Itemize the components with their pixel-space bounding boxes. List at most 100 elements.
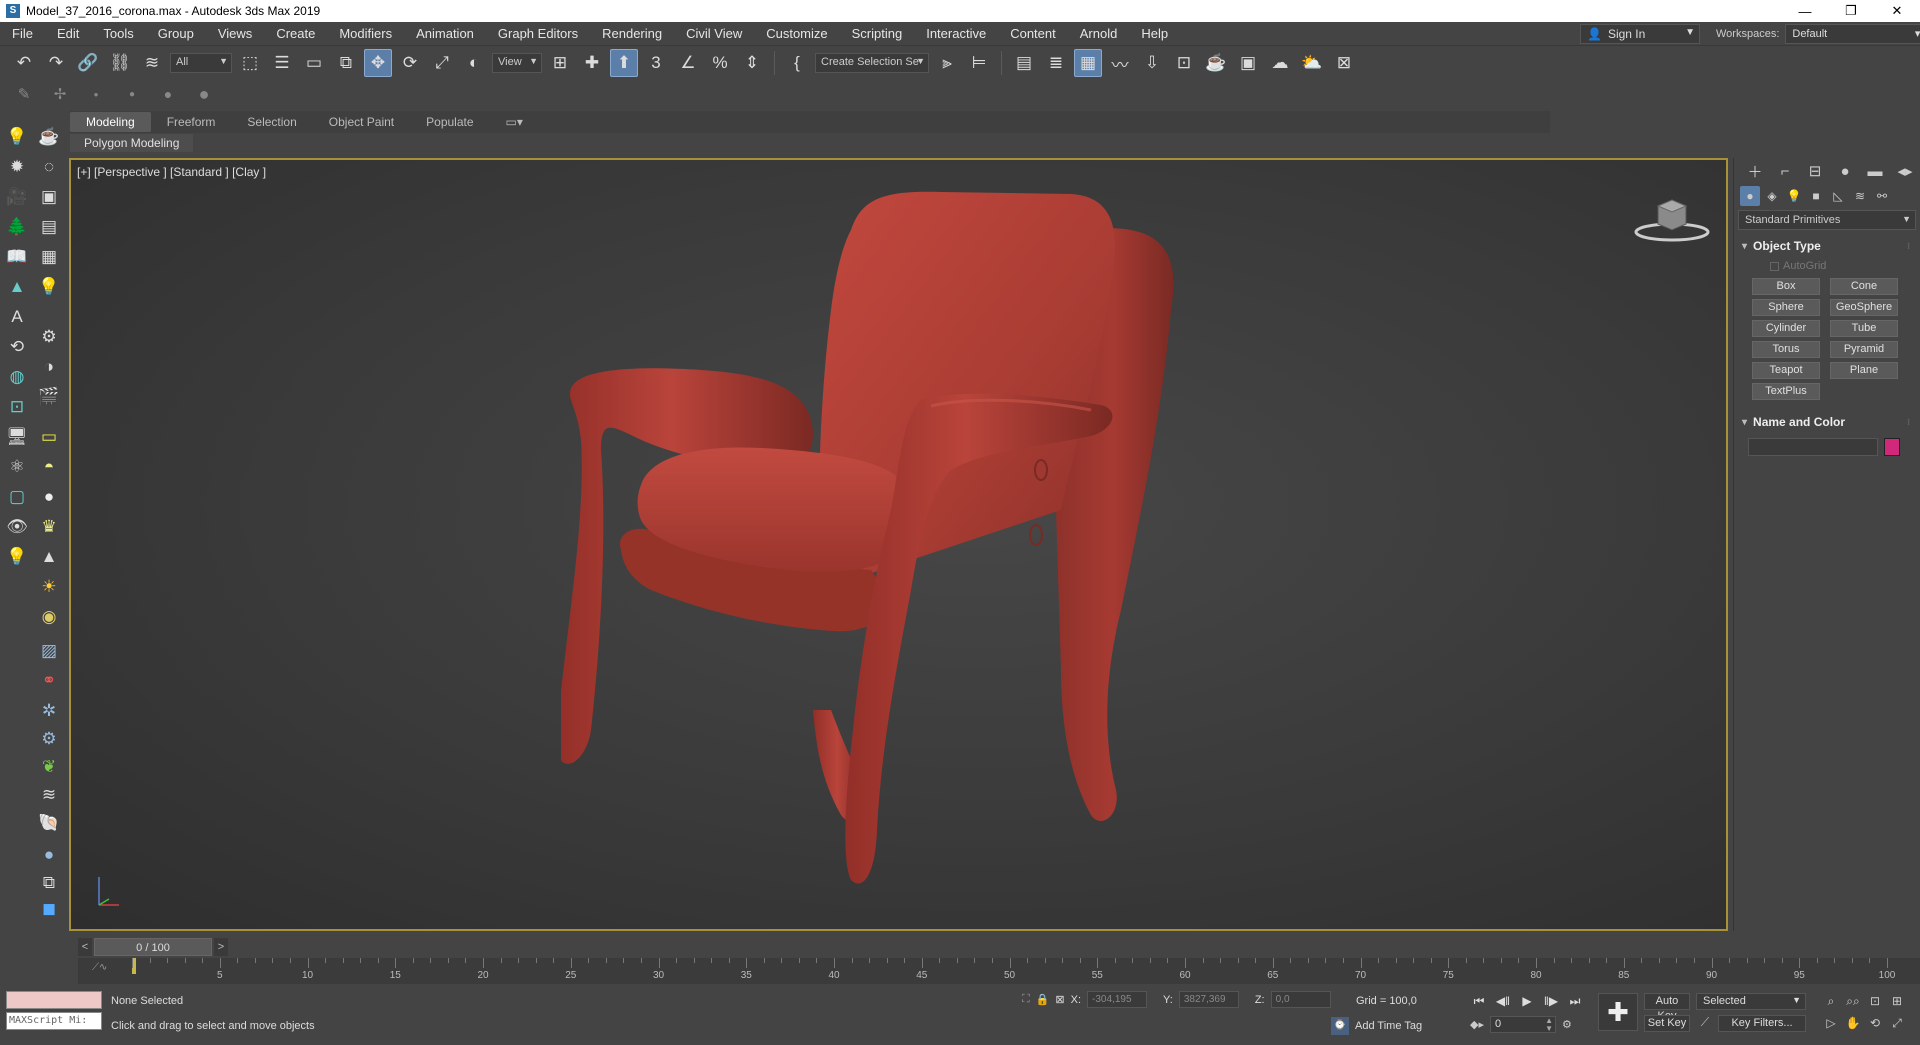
spinner-icon[interactable]: ▲ ▼: [1545, 1017, 1553, 1033]
bind-space-warp-icon[interactable]: ≋: [138, 49, 166, 77]
key-selection-set-dropdown[interactable]: Selected ▼: [1696, 993, 1806, 1010]
menu-modifiers[interactable]: Modifiers: [327, 26, 404, 41]
sign-in-dropdown[interactable]: 👤 Sign In ▼: [1580, 24, 1700, 44]
dial-icon[interactable]: ◑: [36, 354, 62, 380]
sphere-light-icon[interactable]: ●: [36, 484, 62, 510]
time-slider-prev-button[interactable]: <: [78, 938, 92, 956]
eye-icon[interactable]: 👁: [4, 514, 30, 540]
minimize-button[interactable]: —: [1782, 0, 1828, 22]
time-configuration-icon[interactable]: ⚙: [1562, 1018, 1572, 1031]
bulb-icon[interactable]: 💡: [36, 274, 62, 300]
reference-coordinate-dropdown[interactable]: View ▼: [492, 53, 542, 73]
text-a-icon[interactable]: A: [4, 304, 30, 330]
shell-icon[interactable]: 🐚: [36, 810, 62, 836]
percent-snap-icon[interactable]: %: [706, 49, 734, 77]
tab-freeform[interactable]: Freeform: [151, 112, 232, 132]
helpers-icon[interactable]: ◺: [1828, 186, 1848, 206]
object-color-swatch[interactable]: [1884, 438, 1900, 456]
maxscript-mini-listener[interactable]: MAXScript Mi:: [6, 1012, 102, 1030]
y-coordinate-field[interactable]: 3827,369: [1178, 991, 1239, 1008]
maxscript-listener-output[interactable]: [6, 991, 102, 1009]
menu-arnold[interactable]: Arnold: [1068, 26, 1130, 41]
tab-modeling[interactable]: Modeling: [70, 112, 151, 132]
object-type-rollout[interactable]: ▾ Object Type ⁝: [1738, 236, 1916, 256]
viewport-label[interactable]: [+] [Perspective ] [Standard ] [Clay ]: [77, 165, 266, 179]
pyramid-button[interactable]: Pyramid: [1830, 341, 1898, 358]
menu-civil-view[interactable]: Civil View: [674, 26, 754, 41]
menu-content[interactable]: Content: [998, 26, 1068, 41]
lights-icon[interactable]: 💡: [1784, 186, 1804, 206]
plant-icon[interactable]: ❦: [36, 754, 62, 780]
cameras-icon[interactable]: ■: [1806, 186, 1826, 206]
select-and-scale-icon[interactable]: ⤢: [428, 49, 456, 77]
note-icon[interactable]: ▭: [36, 424, 62, 450]
space-warps-icon[interactable]: ≋: [1850, 186, 1870, 206]
hatch-icon[interactable]: ▨: [36, 638, 62, 664]
pivot-point-center-icon[interactable]: ⊞: [546, 49, 574, 77]
menu-group[interactable]: Group: [146, 26, 206, 41]
brush-icon[interactable]: ✎: [10, 80, 38, 108]
dot-xlarge-icon[interactable]: ●: [190, 80, 218, 108]
a360-gallery-icon[interactable]: ⊠: [1330, 49, 1358, 77]
named-selection-set-dropdown[interactable]: Create Selection Se ▼: [815, 53, 929, 73]
globe-icon[interactable]: ◍: [4, 364, 30, 390]
menu-views[interactable]: Views: [206, 26, 264, 41]
menu-tools[interactable]: Tools: [91, 26, 145, 41]
list-panel-icon[interactable]: ▤: [36, 214, 62, 240]
hierarchy-tab-icon[interactable]: ⊟: [1802, 160, 1828, 182]
molecule-icon[interactable]: ⚭: [36, 668, 62, 694]
motion-tab-icon[interactable]: ●: [1832, 160, 1858, 182]
edit-named-selection-icon[interactable]: {: [783, 49, 811, 77]
menu-animation[interactable]: Animation: [404, 26, 486, 41]
layers-icon[interactable]: ⧉: [36, 870, 62, 896]
select-object-icon[interactable]: ⬚: [236, 49, 264, 77]
cylinder-button[interactable]: Cylinder: [1752, 320, 1820, 337]
display-icon[interactable]: ◼: [36, 896, 62, 922]
zoom-extents-icon[interactable]: ⊡: [1864, 992, 1886, 1010]
camera-icon[interactable]: 🎥: [4, 184, 30, 210]
viewport-icon[interactable]: ▢: [4, 484, 30, 510]
next-frame-icon[interactable]: ‖▶: [1542, 992, 1560, 1010]
camera-red-icon[interactable]: 🎬: [36, 384, 62, 410]
render-setup-icon[interactable]: ☕: [1202, 49, 1230, 77]
group-icon[interactable]: ⚛: [4, 454, 30, 480]
x-coordinate-field[interactable]: -304,195: [1087, 991, 1148, 1008]
toggle-ribbon-icon[interactable]: ▦: [1074, 49, 1102, 77]
dot-small-icon[interactable]: ●: [82, 80, 110, 108]
tab-populate[interactable]: Populate: [410, 112, 489, 132]
dot-medium-icon[interactable]: ●: [118, 80, 146, 108]
maximize-button[interactable]: ❐: [1828, 0, 1874, 22]
rotate-view-icon[interactable]: ⟲: [4, 334, 30, 360]
menu-scripting[interactable]: Scripting: [840, 26, 915, 41]
key-mode-toggle-icon[interactable]: ◆▸: [1470, 1018, 1484, 1031]
selection-filter-dropdown[interactable]: All ▼: [170, 53, 232, 73]
create-tab-icon[interactable]: ＋: [1742, 160, 1768, 182]
book-icon[interactable]: 📖: [4, 244, 30, 270]
play-icon[interactable]: ▶: [1518, 992, 1536, 1010]
teapot-button[interactable]: Teapot: [1752, 362, 1820, 379]
cone-helper-icon[interactable]: ▲: [4, 274, 30, 300]
time-slider-next-button[interactable]: >: [214, 938, 228, 956]
box-button[interactable]: Box: [1752, 278, 1820, 295]
default-in-out-tangents-icon[interactable]: ⟋: [1696, 1015, 1714, 1032]
auto-key-button[interactable]: Auto Key: [1644, 993, 1690, 1022]
z-coordinate-field[interactable]: 0,0: [1270, 991, 1331, 1008]
sun-icon[interactable]: ☀: [36, 574, 62, 600]
tube-button[interactable]: Tube: [1830, 320, 1898, 337]
scene-explorer-icon[interactable]: ▤: [1010, 49, 1038, 77]
cone-button[interactable]: Cone: [1830, 278, 1898, 295]
systems-icon[interactable]: ⚯: [1872, 186, 1892, 206]
viewcube-icon[interactable]: [1632, 192, 1712, 242]
name-and-color-rollout[interactable]: ▾ Name and Color ⁝: [1738, 412, 1916, 432]
foliage-icon[interactable]: 🌲: [4, 214, 30, 240]
link-icon[interactable]: 🔗: [74, 49, 102, 77]
close-button[interactable]: ✕: [1874, 0, 1920, 22]
sphere-button[interactable]: Sphere: [1752, 299, 1820, 316]
zoom-all-icon[interactable]: ⌕⌕: [1842, 992, 1864, 1010]
unlink-icon[interactable]: ⛓: [106, 49, 134, 77]
go-to-end-icon[interactable]: ⏭: [1566, 992, 1584, 1010]
dot-large-icon[interactable]: ●: [154, 80, 182, 108]
perspective-viewport[interactable]: [+] [Perspective ] [Standard ] [Clay ]: [69, 158, 1728, 931]
menu-file[interactable]: File: [0, 26, 45, 41]
ball-icon[interactable]: ●: [36, 842, 62, 868]
